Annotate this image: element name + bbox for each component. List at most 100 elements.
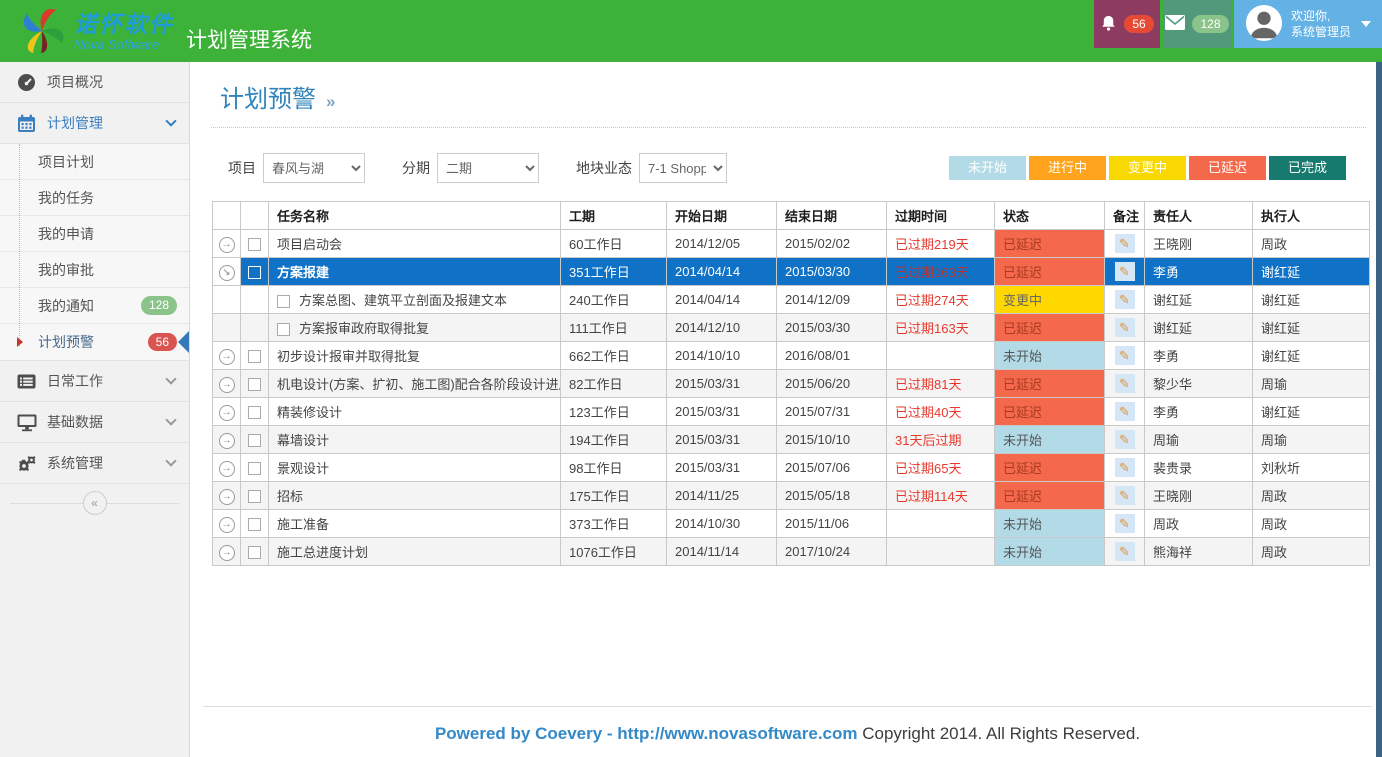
start-date-cell: 2014/04/14 (667, 258, 777, 286)
submenu-item[interactable]: 计划预警56 (0, 324, 189, 360)
table-row[interactable]: →初步设计报审并取得批复662工作日2014/10/102016/08/01未开… (213, 342, 1370, 370)
filter-project-select[interactable]: 春风与湖 (263, 153, 365, 183)
row-checkbox[interactable] (277, 323, 290, 336)
sidebar-item-basic[interactable]: 基础数据 (0, 402, 189, 443)
owner-cell: 熊海祥 (1145, 538, 1253, 566)
row-checkbox[interactable] (248, 238, 261, 251)
collapse-row-icon[interactable]: ↘ (219, 265, 235, 281)
status-cell: 已延迟 (995, 454, 1105, 482)
table-row[interactable]: 方案报审政府取得批复111工作日2014/12/102015/03/30已过期1… (213, 314, 1370, 342)
row-checkbox[interactable] (248, 546, 261, 559)
row-checkbox[interactable] (248, 518, 261, 531)
overdue-cell: 已过期81天 (887, 370, 995, 398)
table-row[interactable]: 方案总图、建筑平立剖面及报建文本240工作日2014/04/142014/12/… (213, 286, 1370, 314)
table-row[interactable]: →景观设计98工作日2015/03/312015/07/06已过期65天已延迟✎… (213, 454, 1370, 482)
status-cell: 未开始 (995, 426, 1105, 454)
brand: 诺怀软件 Nova Software (0, 0, 174, 58)
legend-button[interactable]: 已延迟 (1189, 156, 1266, 180)
expand-row-icon[interactable]: → (219, 405, 235, 421)
note-cell: ✎ (1105, 482, 1145, 510)
sidebar-item-daily[interactable]: 日常工作 (0, 361, 189, 402)
legend-button[interactable]: 变更中 (1109, 156, 1186, 180)
user-menu[interactable]: 欢迎你, 系统管理员 (1234, 0, 1382, 48)
expand-row-icon[interactable]: → (219, 237, 235, 253)
edit-note-icon[interactable]: ✎ (1115, 458, 1135, 477)
edit-note-icon[interactable]: ✎ (1115, 318, 1135, 337)
edit-note-icon[interactable]: ✎ (1115, 234, 1135, 253)
collapse-sidebar-button[interactable]: « (83, 491, 107, 515)
table-row[interactable]: ↘方案报建351工作日2014/04/142015/03/30已过期163天已延… (213, 258, 1370, 286)
row-checkbox[interactable] (248, 434, 261, 447)
edit-note-icon[interactable]: ✎ (1115, 486, 1135, 505)
filter-bar: 项目 春风与湖 分期 二期 地块业态 7-1 Shopp 未开始进行中变更中已延… (228, 152, 1346, 184)
note-cell: ✎ (1105, 510, 1145, 538)
end-date-cell: 2015/05/18 (777, 482, 887, 510)
edit-note-icon[interactable]: ✎ (1115, 430, 1135, 449)
sidebar-item-system[interactable]: 系统管理 (0, 443, 189, 484)
messages-button[interactable]: 128 (1163, 0, 1231, 48)
executor-cell: 周政 (1253, 230, 1370, 258)
row-checkbox[interactable] (248, 266, 261, 279)
submenu-item[interactable]: 我的通知128 (0, 288, 189, 324)
table-row[interactable]: →精装修设计123工作日2015/03/312015/07/31已过期40天已延… (213, 398, 1370, 426)
submenu-item[interactable]: 我的任务 (0, 180, 189, 216)
sidebar-item-overview[interactable]: 项目概况 (0, 62, 189, 103)
expand-row-icon[interactable]: → (219, 433, 235, 449)
messages-badge: 128 (1192, 15, 1228, 33)
expand-cell (213, 286, 241, 314)
overdue-cell: 已过期40天 (887, 398, 995, 426)
notifications-button[interactable]: 56 (1094, 0, 1160, 48)
executor-cell: 谢红延 (1253, 398, 1370, 426)
row-checkbox[interactable] (248, 378, 261, 391)
edit-note-icon[interactable]: ✎ (1115, 542, 1135, 561)
expand-row-icon[interactable]: → (219, 349, 235, 365)
legend-button[interactable]: 已完成 (1269, 156, 1346, 180)
legend-button[interactable]: 未开始 (949, 156, 1026, 180)
row-checkbox[interactable] (248, 350, 261, 363)
edit-note-icon[interactable]: ✎ (1115, 514, 1135, 533)
edit-note-icon[interactable]: ✎ (1115, 346, 1135, 365)
executor-cell: 谢红延 (1253, 286, 1370, 314)
table-row[interactable]: →施工总进度计划1076工作日2014/11/142017/10/24未开始✎熊… (213, 538, 1370, 566)
submenu-item[interactable]: 项目计划 (0, 144, 189, 180)
column-header: 开始日期 (667, 202, 777, 230)
expand-row-icon[interactable]: → (219, 461, 235, 477)
expand-cell: → (213, 370, 241, 398)
row-checkbox[interactable] (248, 490, 261, 503)
row-checkbox[interactable] (248, 406, 261, 419)
vertical-scrollbar[interactable] (1376, 62, 1382, 757)
edit-note-icon[interactable]: ✎ (1115, 374, 1135, 393)
edit-note-icon[interactable]: ✎ (1115, 262, 1135, 281)
filter-plot-select[interactable]: 7-1 Shopp (639, 153, 727, 183)
table-row[interactable]: →项目启动会60工作日2014/12/052015/02/02已过期219天已延… (213, 230, 1370, 258)
end-date-cell: 2015/07/31 (777, 398, 887, 426)
table-row[interactable]: →施工准备373工作日2014/10/302015/11/06未开始✎周政周政 (213, 510, 1370, 538)
start-date-cell: 2015/03/31 (667, 454, 777, 482)
expand-cell: → (213, 538, 241, 566)
end-date-cell: 2015/06/20 (777, 370, 887, 398)
sidebar-item-plan[interactable]: 计划管理 (0, 103, 189, 144)
note-cell: ✎ (1105, 426, 1145, 454)
submenu-item[interactable]: 我的审批 (0, 252, 189, 288)
sidebar: 项目概况计划管理项目计划我的任务我的申请我的审批我的通知128计划预警56日常工… (0, 62, 190, 757)
table-row[interactable]: →幕墙设计194工作日2015/03/312015/10/1031天后过期未开始… (213, 426, 1370, 454)
edit-note-icon[interactable]: ✎ (1115, 402, 1135, 421)
legend-button[interactable]: 进行中 (1029, 156, 1106, 180)
table-row[interactable]: →机电设计(方案、扩初、施工图)配合各阶段设计进度82工作日2015/03/31… (213, 370, 1370, 398)
expand-row-icon[interactable]: → (219, 545, 235, 561)
table-row[interactable]: →招标175工作日2014/11/252015/05/18已过期114天已延迟✎… (213, 482, 1370, 510)
filter-phase-select[interactable]: 二期 (437, 153, 539, 183)
row-checkbox[interactable] (277, 295, 290, 308)
expand-row-icon[interactable]: → (219, 517, 235, 533)
submenu-item[interactable]: 我的申请 (0, 216, 189, 252)
edit-note-icon[interactable]: ✎ (1115, 290, 1135, 309)
duration-cell: 111工作日 (561, 314, 667, 342)
expand-row-icon[interactable]: → (219, 489, 235, 505)
header-checkbox-column (241, 202, 269, 230)
footer-link[interactable]: Powered by Coevery - http://www.novasoft… (435, 724, 858, 743)
start-date-cell: 2014/04/14 (667, 286, 777, 314)
row-checkbox[interactable] (248, 462, 261, 475)
expand-row-icon[interactable]: → (219, 377, 235, 393)
executor-cell: 周政 (1253, 482, 1370, 510)
app-title: 计划管理系统 (186, 0, 312, 54)
